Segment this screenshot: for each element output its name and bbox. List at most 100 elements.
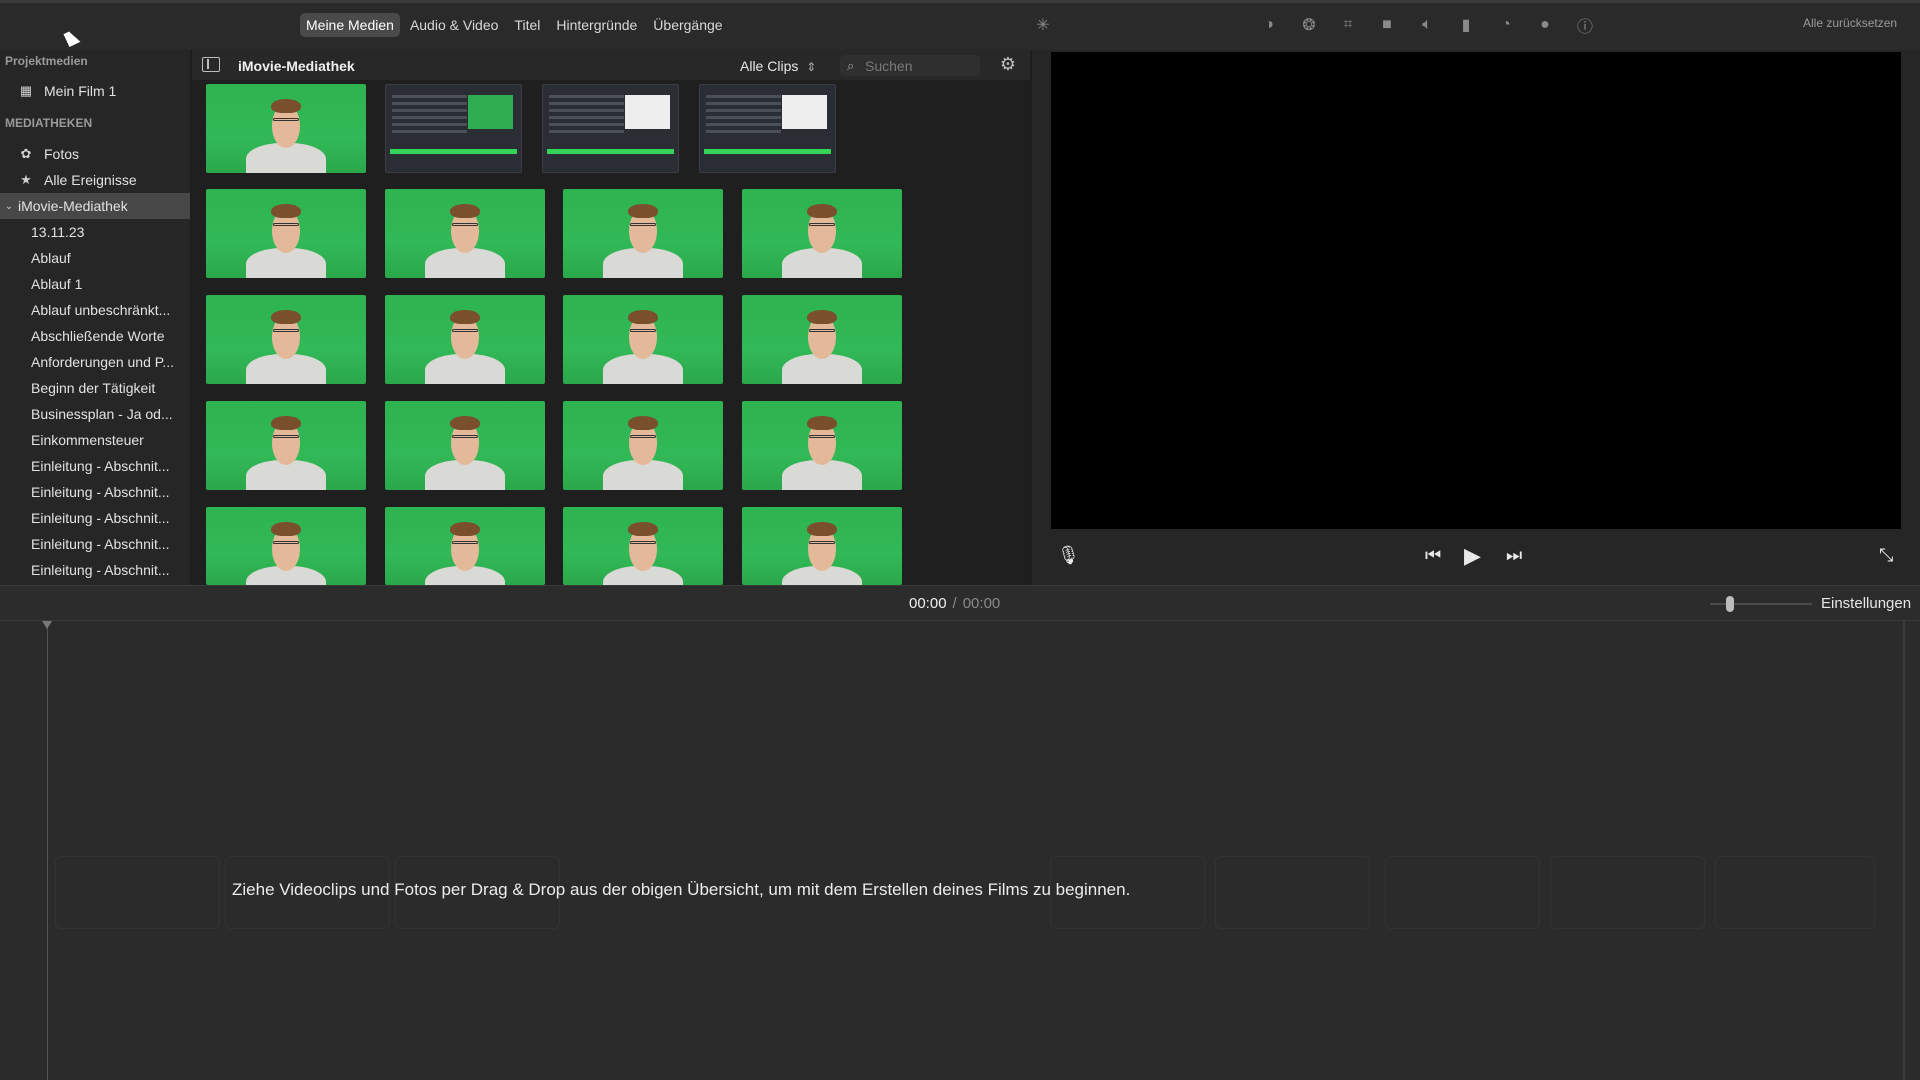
clips-filter-select[interactable]: Alle Clips ⇕	[740, 58, 816, 74]
tab-audio-video[interactable]: Audio & Video	[404, 13, 504, 37]
tab-meine-medien[interactable]: Meine Medien	[300, 13, 400, 37]
filter-icon[interactable]: ●	[1532, 12, 1558, 38]
clip-thumbnail[interactable]	[385, 295, 545, 384]
placeholder-clip	[55, 856, 220, 929]
screen-window	[782, 95, 828, 129]
clip-thumbnail[interactable]	[206, 84, 366, 173]
viewer-panel: 🎙︎ ⏮ ▶ ⏭ ⤡	[1032, 50, 1920, 585]
sidebar-item-photos[interactable]: ✿ Fotos	[0, 141, 190, 167]
person-hair	[449, 522, 481, 537]
clip-thumbnail[interactable]	[542, 84, 679, 173]
tab-uebergaenge[interactable]: Übergänge	[647, 13, 728, 37]
magic-wand-icon[interactable]: ✳	[1030, 12, 1056, 38]
screen-timeline-bar	[390, 149, 517, 155]
search-input[interactable]	[865, 57, 975, 74]
event-item[interactable]: Einleitung - Abschnit...	[31, 531, 189, 557]
timecode-bar: 00:00 / 00:00 Einstellungen	[0, 585, 1920, 621]
clip-thumbnail[interactable]	[563, 189, 723, 278]
event-item[interactable]: Einleitung - Abschnit...	[31, 557, 189, 583]
speed-icon[interactable]: ◔	[1493, 12, 1519, 38]
event-item[interactable]: Anforderungen und P...	[31, 349, 189, 375]
person-hair	[449, 310, 481, 325]
timeline[interactable]: Ziehe Videoclips und Fotos per Drag & Dr…	[0, 621, 1920, 1080]
event-item[interactable]: Einleitung - Abschnit...	[31, 453, 189, 479]
glasses	[630, 540, 656, 544]
clip-thumbnail[interactable]	[563, 507, 723, 585]
sidebar-item-all-events[interactable]: ★ Alle Ereignisse	[0, 167, 190, 193]
clip-thumbnail[interactable]	[385, 189, 545, 278]
event-item[interactable]: Beginn der Tätigkeit	[31, 375, 189, 401]
skip-back-icon[interactable]: ⏮	[1425, 545, 1441, 566]
updown-chevron-icon: ⇕	[806, 60, 817, 74]
playhead[interactable]	[47, 621, 48, 1080]
event-item[interactable]: Ablauf 1	[31, 271, 189, 297]
video-viewer	[1051, 52, 1901, 529]
clip-thumbnail[interactable]	[742, 507, 902, 585]
clip-thumbnail[interactable]	[563, 295, 723, 384]
clip-thumbnail[interactable]	[699, 84, 836, 173]
screen-timeline-bar	[547, 149, 674, 155]
color-correction-icon[interactable]: ❂	[1296, 12, 1322, 38]
event-item[interactable]: Ablauf	[31, 245, 189, 271]
event-item[interactable]: Businessplan - Ja od...	[31, 401, 189, 427]
media-tabs: Meine Medien Audio & Video Titel Hinterg…	[300, 13, 729, 37]
clip-thumbnail[interactable]	[206, 401, 366, 490]
event-item[interactable]: Einkommensteuer	[31, 427, 189, 453]
clip-thumbnail[interactable]	[742, 401, 902, 490]
glasses	[809, 222, 835, 226]
chevron-down-icon[interactable]: ⌄	[4, 198, 14, 214]
clip-thumbnail[interactable]	[206, 295, 366, 384]
sidebar-toggle-icon[interactable]	[202, 57, 220, 72]
glasses	[273, 117, 299, 121]
tab-titel[interactable]: Titel	[508, 13, 546, 37]
screen-window	[625, 95, 671, 129]
screen-window	[468, 95, 514, 129]
clip-thumbnail[interactable]	[385, 401, 545, 490]
volume-icon[interactable]: 🔈︎	[1414, 12, 1440, 38]
person-hair	[270, 99, 302, 114]
glasses	[452, 540, 478, 544]
sidebar-item-project[interactable]: ▦ Mein Film 1	[0, 78, 190, 104]
clip-thumbnail[interactable]	[385, 507, 545, 585]
event-item[interactable]: Abschließende Worte	[31, 323, 189, 349]
event-item[interactable]: Einleitung - Abschnit...	[31, 505, 189, 531]
placeholder-clip	[1215, 856, 1370, 929]
info-icon[interactable]: ⓘ	[1572, 12, 1598, 38]
event-item[interactable]: Ablauf unbeschränkt...	[31, 297, 189, 323]
event-item[interactable]: 13.11.23	[31, 219, 189, 245]
skip-forward-icon[interactable]: ⏭	[1506, 545, 1522, 566]
tab-hintergruende[interactable]: Hintergründe	[550, 13, 643, 37]
event-item[interactable]: Einleitung - Abschnit...	[31, 479, 189, 505]
reset-all-button[interactable]: Alle zurücksetzen	[1803, 16, 1897, 30]
clip-thumbnail[interactable]	[742, 189, 902, 278]
glasses	[273, 328, 299, 332]
screen-row	[392, 95, 468, 98]
browser-header: iMovie-Mediathek Alle Clips ⇕ ⌕ ⚙	[192, 50, 1030, 80]
glasses	[809, 434, 835, 438]
crop-icon[interactable]: ⌗	[1335, 12, 1361, 38]
clip-thumbnail[interactable]	[206, 507, 366, 585]
search-field[interactable]: ⌕	[840, 55, 980, 76]
timeline-zoom-slider[interactable]	[1710, 596, 1812, 612]
clip-thumbnail[interactable]	[206, 189, 366, 278]
glasses	[273, 222, 299, 226]
stabilization-icon[interactable]: ■	[1374, 12, 1400, 38]
microphone-icon[interactable]: 🎙︎	[1057, 545, 1080, 566]
clip-thumbnail[interactable]	[563, 401, 723, 490]
screen-row	[392, 116, 468, 119]
zoom-knob[interactable]	[1726, 596, 1734, 612]
glasses	[452, 222, 478, 226]
gear-icon[interactable]: ⚙	[998, 54, 1018, 74]
sidebar-item-library[interactable]: ⌄ iMovie-Mediathek	[0, 193, 190, 219]
fullscreen-icon[interactable]: ⤡	[1879, 545, 1893, 566]
clip-thumbnail[interactable]	[385, 84, 522, 173]
clips-filter-label: Alle Clips	[740, 58, 799, 74]
play-icon[interactable]: ▶	[1464, 543, 1481, 569]
timeline-settings-button[interactable]: Einstellungen	[1821, 595, 1911, 612]
timeline-scrollbar[interactable]	[1903, 621, 1905, 1080]
playhead-handle[interactable]	[42, 621, 52, 629]
noise-reduction-icon[interactable]: ▮	[1453, 12, 1479, 38]
clip-thumbnail[interactable]	[742, 295, 902, 384]
time-separator: /	[952, 595, 957, 612]
color-balance-icon[interactable]: ◑	[1256, 12, 1282, 38]
